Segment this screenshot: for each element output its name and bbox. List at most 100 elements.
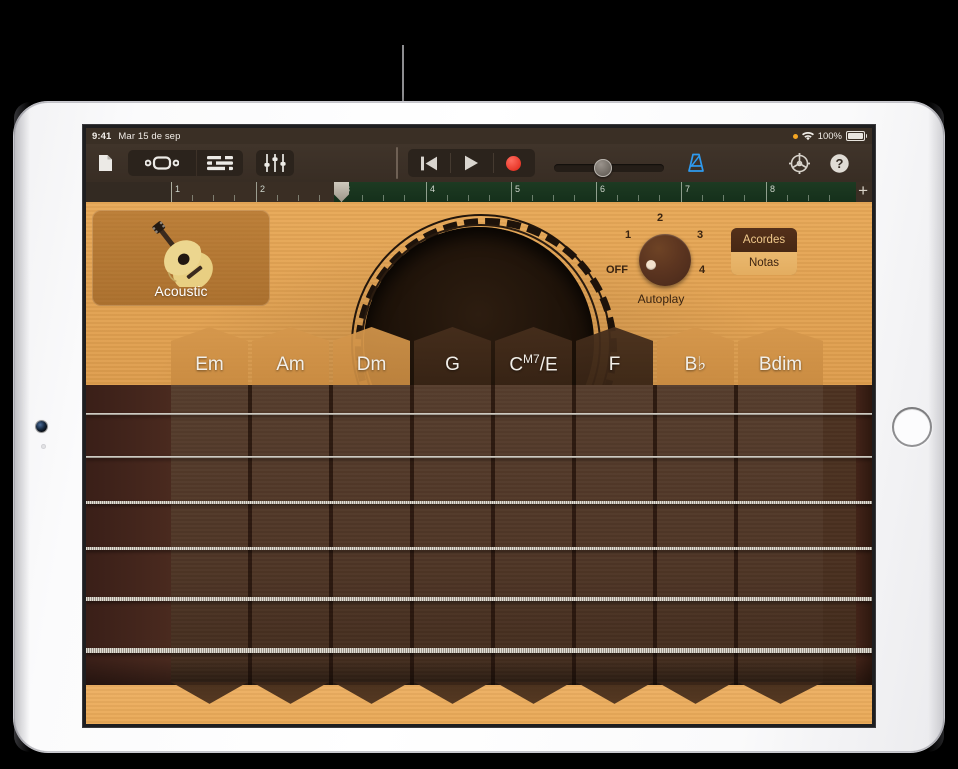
fretboard-bottom-shadow [86, 659, 872, 685]
fret-column-2[interactable] [333, 385, 410, 685]
svg-text:?: ? [835, 156, 843, 171]
autoplay-knob[interactable] [639, 234, 691, 286]
mixer-button[interactable] [256, 150, 294, 176]
status-bar: 9:41 Mar 15 de sep 100% [86, 128, 872, 144]
chord-label: G [445, 354, 460, 375]
autoplay-pos-2: 2 [657, 212, 664, 224]
chord-label: Em [195, 354, 224, 375]
chords-notes-switch[interactable]: Acordes Notas [731, 228, 797, 275]
guitar-string-3[interactable] [86, 501, 872, 504]
battery-icon [846, 131, 867, 141]
ruler-bar-label: 8 [770, 184, 776, 194]
add-section-button[interactable]: + [858, 182, 868, 199]
ruler-section-region [334, 182, 856, 202]
status-date: Mar 15 de sep [118, 131, 181, 142]
help-button[interactable]: ? [824, 150, 854, 176]
autoplay-pos-4: 4 [699, 264, 706, 276]
ruler-empty-region [171, 182, 335, 202]
timeline-ruler[interactable]: 1 2 3 4 5 6 7 8 + [86, 182, 872, 202]
record-circle-icon [506, 155, 522, 171]
ruler-bar-label: 1 [175, 184, 181, 194]
guitar-string-6[interactable] [86, 648, 872, 653]
chord-label: CM7/E [509, 351, 558, 375]
rewind-to-start-icon [420, 156, 437, 170]
chord-label: F [608, 354, 621, 375]
chord-button-0[interactable]: Em [171, 327, 248, 385]
document-icon [98, 155, 112, 171]
tracks-view-button[interactable] [197, 150, 243, 176]
autoplay-knob-indicator [646, 260, 656, 270]
rewind-button[interactable] [408, 149, 450, 177]
fret-column-5[interactable] [576, 385, 653, 685]
chord-button-3[interactable]: G [414, 327, 491, 385]
tracks-view-icon [207, 155, 233, 171]
battery-percent: 100% [817, 130, 842, 142]
instrument-card[interactable]: Acoustic [92, 210, 270, 306]
record-button[interactable] [492, 149, 535, 177]
instrument-card-label: Acoustic [154, 283, 208, 299]
autoplay-pos-1: 1 [625, 229, 632, 241]
autoplay-control[interactable]: 2 1 3 4 OFF Autoplay [606, 212, 716, 312]
ruler-bar-label: 5 [515, 184, 521, 194]
metronome-button[interactable] [681, 150, 711, 176]
front-camera [36, 421, 47, 432]
chord-button-4[interactable]: CM7/E [495, 327, 572, 385]
ruler-bar-label: 6 [600, 184, 606, 194]
ruler-bar-label: 7 [685, 184, 691, 194]
chord-label: B♭ [684, 354, 707, 375]
bezel-shade-left [14, 102, 30, 752]
chord-button-5[interactable]: F [576, 327, 653, 385]
autoplay-pos-3: 3 [697, 229, 704, 241]
guitar-string-2[interactable] [86, 456, 872, 459]
loop-browser-button[interactable] [128, 150, 196, 176]
master-volume-knob[interactable] [594, 159, 612, 177]
autoplay-title: Autoplay [637, 292, 685, 306]
chord-button-7[interactable]: Bdim [738, 327, 823, 385]
guitar-string-1[interactable] [86, 413, 872, 415]
chord-button-2[interactable]: Dm [333, 327, 410, 385]
microphone [41, 444, 46, 449]
chord-button-6[interactable]: B♭ [657, 327, 734, 385]
ipad-screen: 9:41 Mar 15 de sep 100% ? 1 2 4 5 6 7 8 … [86, 128, 872, 724]
fretboard-left-edge [86, 385, 171, 685]
home-button[interactable] [892, 407, 932, 447]
fret-column-6[interactable] [657, 385, 734, 685]
metronome-icon [688, 153, 704, 172]
transport-controls [408, 149, 535, 177]
loop-browser-icon [145, 156, 179, 170]
fretboard-right-edge [856, 385, 872, 685]
chord-strip: Em Am Dm G CM7/E F B♭ Bdim [86, 327, 872, 387]
settings-button[interactable] [784, 150, 814, 176]
play-button[interactable] [450, 149, 492, 177]
instrument-stage: Acoustic 2 1 3 4 OFF Autoplay Acordes No… [86, 202, 872, 724]
gear-icon [788, 152, 810, 174]
ruler-bar-label: 4 [430, 184, 436, 194]
chord-label: Bdim [758, 354, 803, 375]
guitar-string-5[interactable] [86, 597, 872, 601]
faders-icon [264, 154, 286, 172]
guitar-string-4[interactable] [86, 547, 872, 551]
screenshot-root: 9:41 Mar 15 de sep 100% ? 1 2 4 5 6 7 8 … [0, 0, 958, 769]
wifi-icon [801, 131, 814, 140]
acoustic-guitar-icon [152, 221, 213, 287]
fret-column-4[interactable] [495, 385, 572, 685]
fret-column-1[interactable] [252, 385, 329, 685]
autoplay-off-label: OFF [606, 264, 628, 276]
chord-label: Am [276, 354, 305, 375]
main-toolbar: ? [86, 144, 872, 182]
my-songs-button[interactable] [92, 150, 118, 176]
play-icon [464, 155, 478, 171]
fret-column-3[interactable] [414, 385, 491, 685]
segment-notes[interactable]: Notas [731, 251, 797, 275]
guitar-fretboard[interactable] [86, 385, 872, 724]
question-mark-icon: ? [829, 153, 849, 173]
recording-indicator-icon [792, 133, 798, 139]
toolbar-divider [396, 147, 398, 179]
chord-button-1[interactable]: Am [252, 327, 329, 385]
ruler-bar-label: 2 [260, 184, 266, 194]
fret-column-0[interactable] [171, 385, 248, 685]
chord-label: Dm [356, 354, 387, 375]
status-time: 9:41 [92, 131, 112, 142]
fret-column-7[interactable] [738, 385, 823, 685]
segment-chords[interactable]: Acordes [731, 228, 797, 252]
